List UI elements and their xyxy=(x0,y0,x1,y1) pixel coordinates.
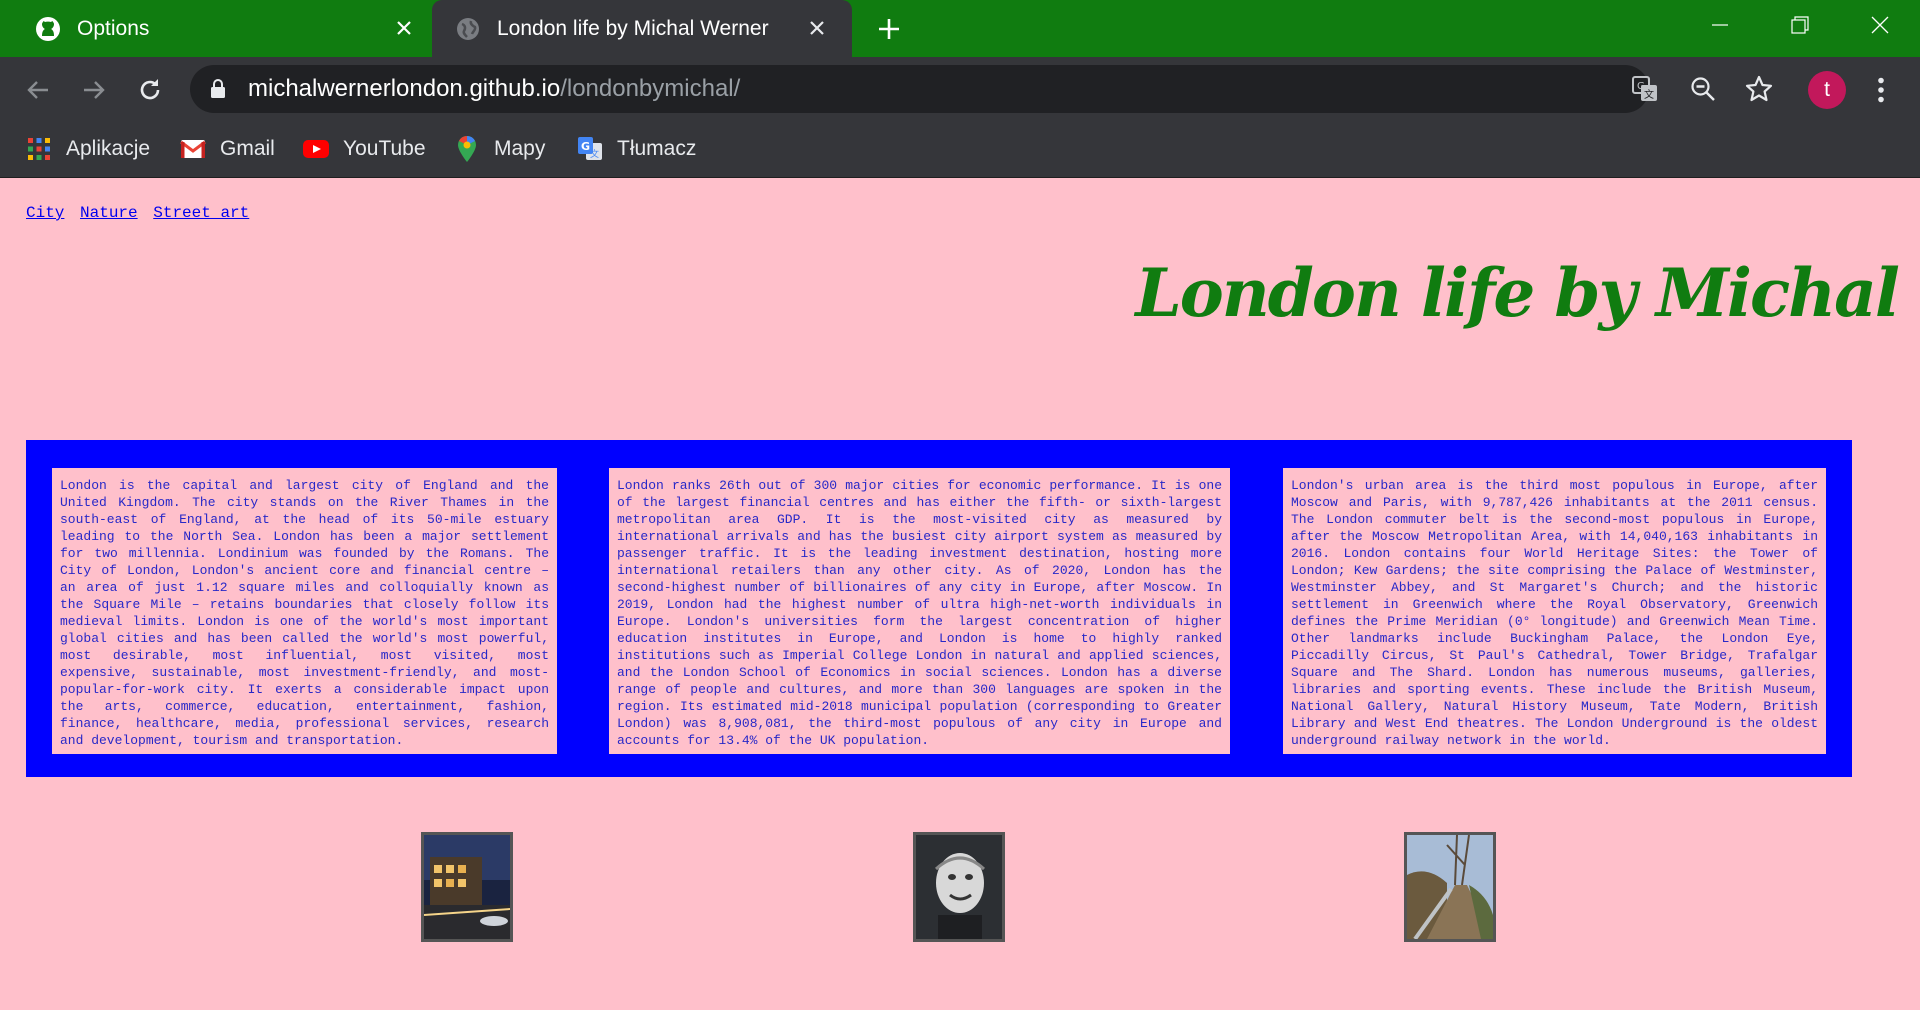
text-column-1: London is the capital and largest city o… xyxy=(52,468,557,754)
restore-icon[interactable] xyxy=(1778,8,1822,42)
translate-page-icon[interactable]: G文 xyxy=(1630,74,1660,104)
minimize-icon[interactable] xyxy=(1698,8,1742,42)
nature-path-photo[interactable] xyxy=(1404,832,1496,942)
nav-link-street-art[interactable]: Street art xyxy=(153,204,249,222)
browser-toolbar: michalwernerlondon.github.io/londonbymic… xyxy=(0,57,1920,121)
svg-text:文: 文 xyxy=(590,148,599,160)
bookmark-mapy[interactable]: Mapy xyxy=(454,131,545,167)
zoom-out-icon[interactable] xyxy=(1688,74,1718,104)
page-content: City Nature Street art London life by Mi… xyxy=(0,178,1920,1010)
github-icon xyxy=(34,15,62,43)
menu-dots-icon[interactable] xyxy=(1866,73,1896,107)
window-close-icon[interactable] xyxy=(1858,8,1902,42)
bookmark-label: Gmail xyxy=(220,137,275,160)
apps-grid-icon xyxy=(26,136,52,162)
city-night-street-photo[interactable] xyxy=(421,832,513,942)
bookmark-label: Mapy xyxy=(494,137,546,160)
nav-link-city[interactable]: City xyxy=(26,204,64,222)
new-tab-button[interactable] xyxy=(872,12,906,46)
gmail-icon xyxy=(180,136,206,162)
bookmark-aplikacje[interactable]: Aplikacje xyxy=(26,131,150,167)
page-title: London life by Michal xyxy=(1135,254,1900,332)
tab-title: London life by Michal Werner xyxy=(497,16,769,40)
tab-strip: Options London life by Michal Werner xyxy=(0,0,1920,57)
maps-pin-icon xyxy=(454,136,480,162)
reload-icon[interactable] xyxy=(133,73,167,107)
svg-text:G: G xyxy=(581,140,590,153)
bookmark-label: Aplikacje xyxy=(66,137,151,160)
translate-icon: G文 xyxy=(577,136,603,162)
address-bar[interactable]: michalwernerlondon.github.io/londonbymic… xyxy=(190,65,1773,113)
lock-icon[interactable] xyxy=(210,78,226,103)
text-column-3: London's urban area is the third most po… xyxy=(1283,468,1826,754)
svg-text:文: 文 xyxy=(1644,88,1654,101)
tab-options[interactable]: Options xyxy=(0,0,432,57)
youtube-icon xyxy=(303,136,329,162)
profile-avatar[interactable]: t xyxy=(1808,71,1846,109)
close-icon[interactable] xyxy=(803,14,831,42)
url-host: michalwernerlondon.github.io xyxy=(248,75,561,102)
close-icon[interactable] xyxy=(390,14,418,42)
nav-link-nature[interactable]: Nature xyxy=(80,204,138,222)
bookmark-label: Tłumacz xyxy=(617,137,697,160)
globe-icon xyxy=(454,15,482,43)
bookmarks-bar: Aplikacje Gmail YouTube Mapy G文 Tłumacz xyxy=(0,121,1920,178)
tab-london-life[interactable]: London life by Michal Werner xyxy=(432,0,852,57)
site-nav: City Nature Street art xyxy=(26,204,255,222)
tab-title: Options xyxy=(77,16,150,40)
url-path: /londonbymichal/ xyxy=(560,75,741,102)
bookmark-gmail[interactable]: Gmail xyxy=(180,131,275,167)
back-arrow-icon[interactable] xyxy=(21,73,55,107)
street-art-portrait-photo[interactable] xyxy=(913,832,1005,942)
bookmark-label: YouTube xyxy=(343,137,426,160)
url-text[interactable]: michalwernerlondon.github.io/londonbymic… xyxy=(248,65,740,113)
forward-arrow-icon[interactable] xyxy=(77,73,111,107)
bookmark-youtube[interactable]: YouTube xyxy=(303,131,426,167)
content-box: London is the capital and largest city o… xyxy=(26,440,1852,777)
bookmark-tlumacz[interactable]: G文 Tłumacz xyxy=(577,131,696,167)
text-column-2: London ranks 26th out of 300 major citie… xyxy=(609,468,1230,754)
bookmark-star-icon[interactable] xyxy=(1744,74,1774,104)
